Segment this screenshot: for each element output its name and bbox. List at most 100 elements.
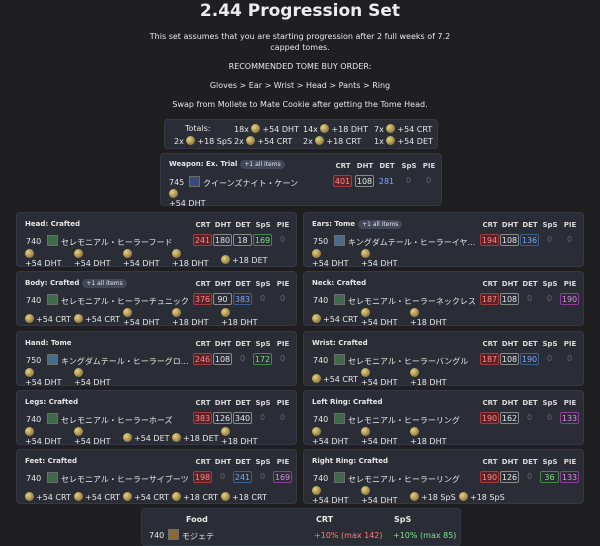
totals-count: 2x <box>234 137 244 146</box>
food-icon <box>168 529 179 540</box>
food-level: 740 <box>149 531 165 540</box>
stat-header: PIE <box>563 221 577 229</box>
materia-icon <box>172 308 181 317</box>
stat-header: CRT <box>195 458 211 466</box>
stat-header: DET <box>235 458 251 466</box>
stat-pie: 190 <box>560 293 579 305</box>
stat-header: DHT <box>501 458 519 466</box>
item-name: セレモニアル・ヒーラーバングル <box>348 357 469 366</box>
meld-slot <box>169 189 180 199</box>
meld-slot <box>25 249 36 259</box>
meld-slot <box>74 249 85 259</box>
meld-slot <box>25 368 36 378</box>
stat-header: SpS <box>255 399 271 407</box>
materia-icon <box>312 314 321 323</box>
stat-crt: 194 <box>480 234 499 246</box>
meld-value: +18 DHT <box>221 437 258 446</box>
stat-header: DET <box>235 340 251 348</box>
stat-header: SpS <box>542 399 558 407</box>
stat-pie: 0 <box>279 413 286 422</box>
tome-order: Gloves > Ear > Wrist > Head > Pants > Ri… <box>209 81 391 90</box>
stat-header: PIE <box>563 340 577 348</box>
slot-title: Body: Crafted <box>25 279 80 287</box>
materia-icon <box>123 308 132 317</box>
meld-value: +54 DHT <box>169 199 206 208</box>
materia-icon <box>410 308 419 317</box>
materia-icon <box>221 255 230 264</box>
item-level: 740 <box>26 296 42 305</box>
stat-sps: 0 <box>259 294 266 303</box>
stat-header: CRT <box>335 162 351 170</box>
meld-slot: +54 CRT <box>25 314 71 324</box>
meld-slot <box>361 427 372 437</box>
intro-line-1: This set assumes that you are starting p… <box>149 32 451 41</box>
meld-value: +54 DHT <box>123 259 160 268</box>
stat-header: DHT <box>356 162 374 170</box>
totals-count: 14x <box>303 125 318 134</box>
materia-icon <box>246 136 256 145</box>
meld-slot: +54 CRT <box>312 314 358 324</box>
food-panel: Food CRT SpS 740 モジェテ +10% (max 142) +10… <box>141 508 461 546</box>
stat-header: DHT <box>214 221 232 229</box>
stat-sps: 0 <box>405 176 412 185</box>
item-name: セレモニアル・ヒーラーネックレス <box>348 297 476 306</box>
stat-dht: 90 <box>213 293 232 305</box>
meld-value: +54 DET <box>134 434 170 443</box>
meld-slot <box>410 368 421 378</box>
totals-value: +54 DET <box>397 137 433 146</box>
materia-icon <box>361 308 370 317</box>
materia-icon <box>361 486 370 495</box>
stat-header: DET <box>235 280 251 288</box>
stat-det: 340 <box>233 412 252 424</box>
intro-line-2: capped tomes. <box>270 43 330 52</box>
meld-slot: +54 DET <box>123 433 170 443</box>
stat-crt: 187 <box>480 353 499 365</box>
materia-icon <box>386 124 396 133</box>
all-items-badge: +1 all items <box>358 220 403 229</box>
materia-icon <box>25 368 34 377</box>
stat-header: SpS <box>542 340 558 348</box>
stat-header: PIE <box>276 399 290 407</box>
gear-slot-panel: Neck: Crafted CRT DHT DET SpS PIE 740 セレモニアル・ヒー… <box>303 271 584 327</box>
stat-sps: 0 <box>546 354 553 363</box>
meld-value: +18 DET <box>183 434 219 443</box>
item-icon <box>47 472 58 483</box>
stat-sps: 36 <box>540 471 559 483</box>
meld-slot <box>172 249 183 259</box>
materia-icon <box>410 368 419 377</box>
gear-slot-panel: Hand: Tome CRT DHT DET SpS PIE 750 キングダムテール・ヒーラ… <box>16 331 297 387</box>
stat-header: SpS <box>401 162 417 170</box>
stat-header: DET <box>522 399 538 407</box>
materia-icon <box>172 249 181 258</box>
stat-det: 383 <box>233 293 252 305</box>
meld-value: +54 DHT <box>312 259 349 268</box>
materia-icon <box>312 486 321 495</box>
stat-sps: 172 <box>253 353 272 365</box>
materia-icon <box>315 136 325 145</box>
materia-icon <box>74 368 83 377</box>
meld-value: +18 DHT <box>172 259 209 268</box>
stat-header: CRT <box>195 221 211 229</box>
stat-pie: 0 <box>425 176 432 185</box>
stat-header: SpS <box>255 458 271 466</box>
item-level: 740 <box>26 415 42 424</box>
item-level: 740 <box>26 237 42 246</box>
item-name: セレモニアル・ヒーラーリング <box>348 475 460 484</box>
slot-title: Neck: Crafted <box>312 279 367 287</box>
stat-header: DHT <box>214 399 232 407</box>
stat-header: DET <box>235 221 251 229</box>
stat-header: DHT <box>501 340 519 348</box>
meld-value: +54 DHT <box>123 318 160 327</box>
stat-crt: 241 <box>193 234 212 246</box>
materia-icon <box>361 368 370 377</box>
totals-value: +18 SpS <box>197 137 233 146</box>
materia-icon <box>74 249 83 258</box>
stat-header: PIE <box>563 458 577 466</box>
stat-header: SpS <box>542 280 558 288</box>
meld-value: +18 DET <box>232 256 268 265</box>
meld-slot: +18 SpS <box>459 492 505 502</box>
materia-icon <box>123 249 132 258</box>
stat-header: PIE <box>563 399 577 407</box>
materia-icon <box>410 492 419 501</box>
stat-header: CRT <box>482 458 498 466</box>
